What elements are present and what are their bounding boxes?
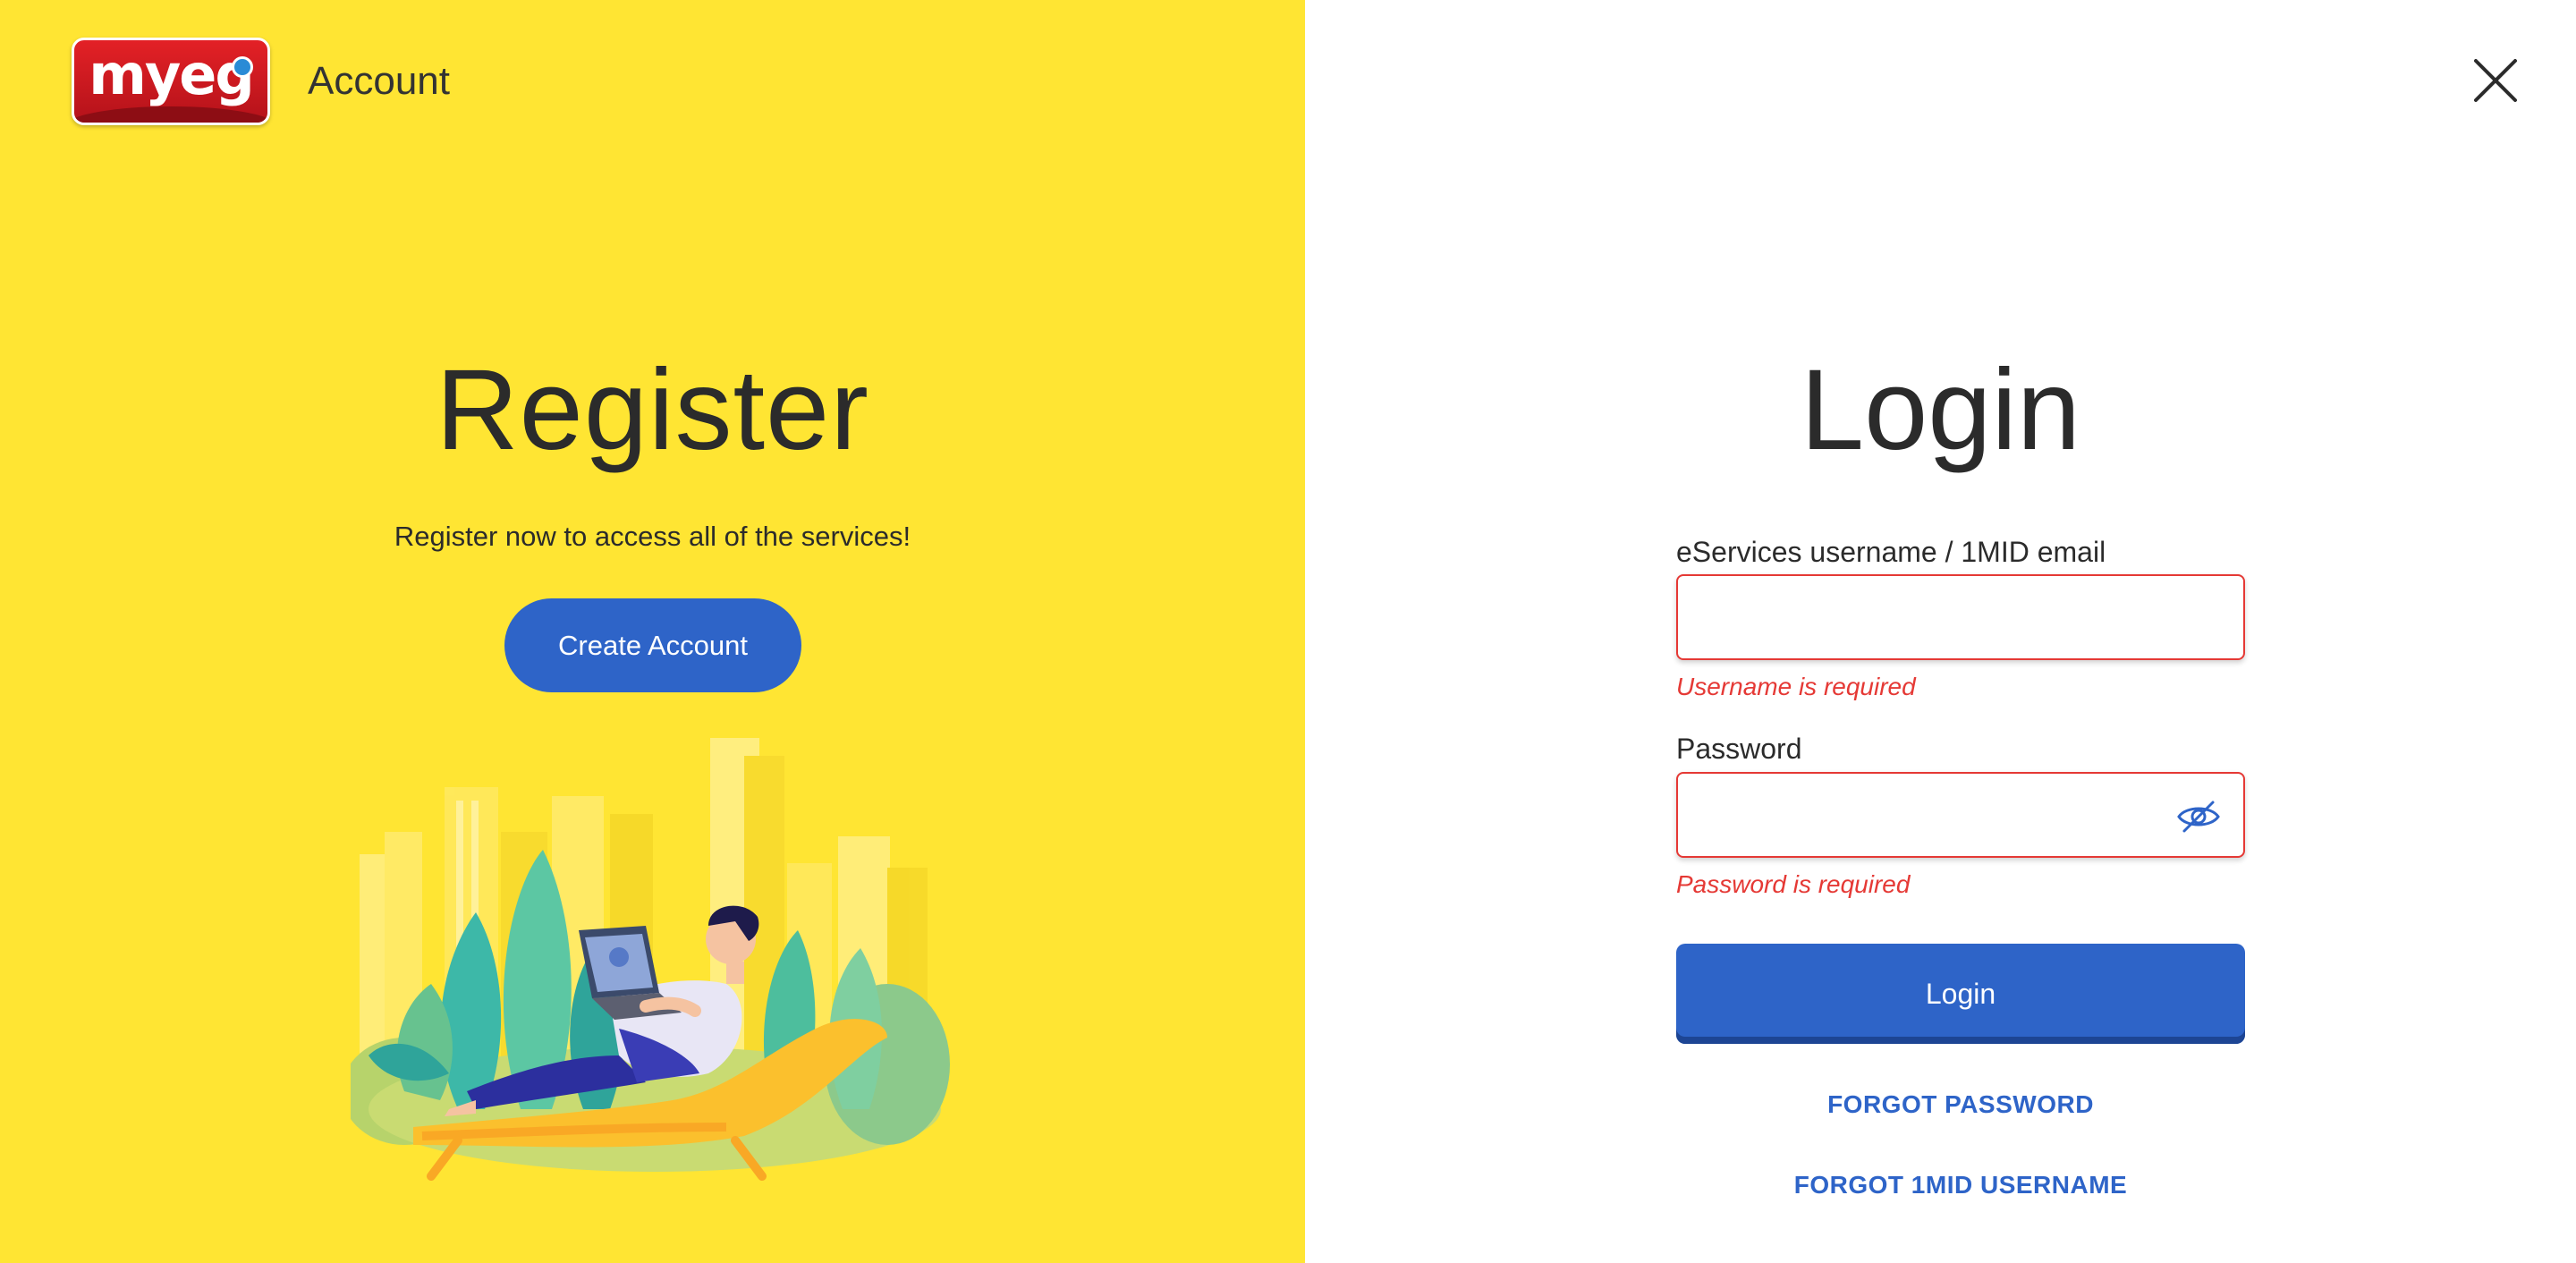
register-illustration [351,738,950,1181]
register-subtitle: Register now to access all of the servic… [394,521,911,552]
register-title: Register [436,346,869,474]
forgot-username-link[interactable]: FORGOT 1MID USERNAME [1676,1171,2245,1199]
login-panel: Login eServices username / 1MID email Us… [1305,0,2576,1263]
password-label: Password [1676,733,1802,766]
brand-title: Account [308,59,450,103]
logo-dot [232,56,253,78]
password-group: Password Password is required [1676,732,2245,898]
login-button[interactable]: Login [1676,944,2245,1044]
logo-swoosh [74,106,267,123]
username-group: eServices username / 1MID email Username… [1676,535,2245,701]
username-error: Username is required [1676,673,1916,701]
password-input[interactable] [1678,773,2243,856]
close-icon[interactable] [2469,54,2522,107]
username-input[interactable] [1678,576,2243,659]
password-field-wrapper [1676,771,2245,858]
username-field-wrapper [1676,574,2245,661]
password-error: Password is required [1676,869,1911,898]
account-page: myeg Account Register Register now to ac… [0,0,2576,1263]
create-account-button[interactable]: Create Account [504,598,801,692]
forgot-password-link[interactable]: FORGOT PASSWORD [1676,1090,2245,1119]
login-form: eServices username / 1MID email Username… [1676,535,2245,1199]
myeg-logo[interactable]: myeg [72,38,270,125]
username-label: eServices username / 1MID email [1676,536,2106,568]
login-title: Login [1800,346,2081,474]
register-panel: myeg Account Register Register now to ac… [0,0,1305,1263]
brand-header: myeg Account [72,38,450,125]
logo-text: myeg [89,42,254,107]
eye-off-icon[interactable] [2175,793,2222,840]
